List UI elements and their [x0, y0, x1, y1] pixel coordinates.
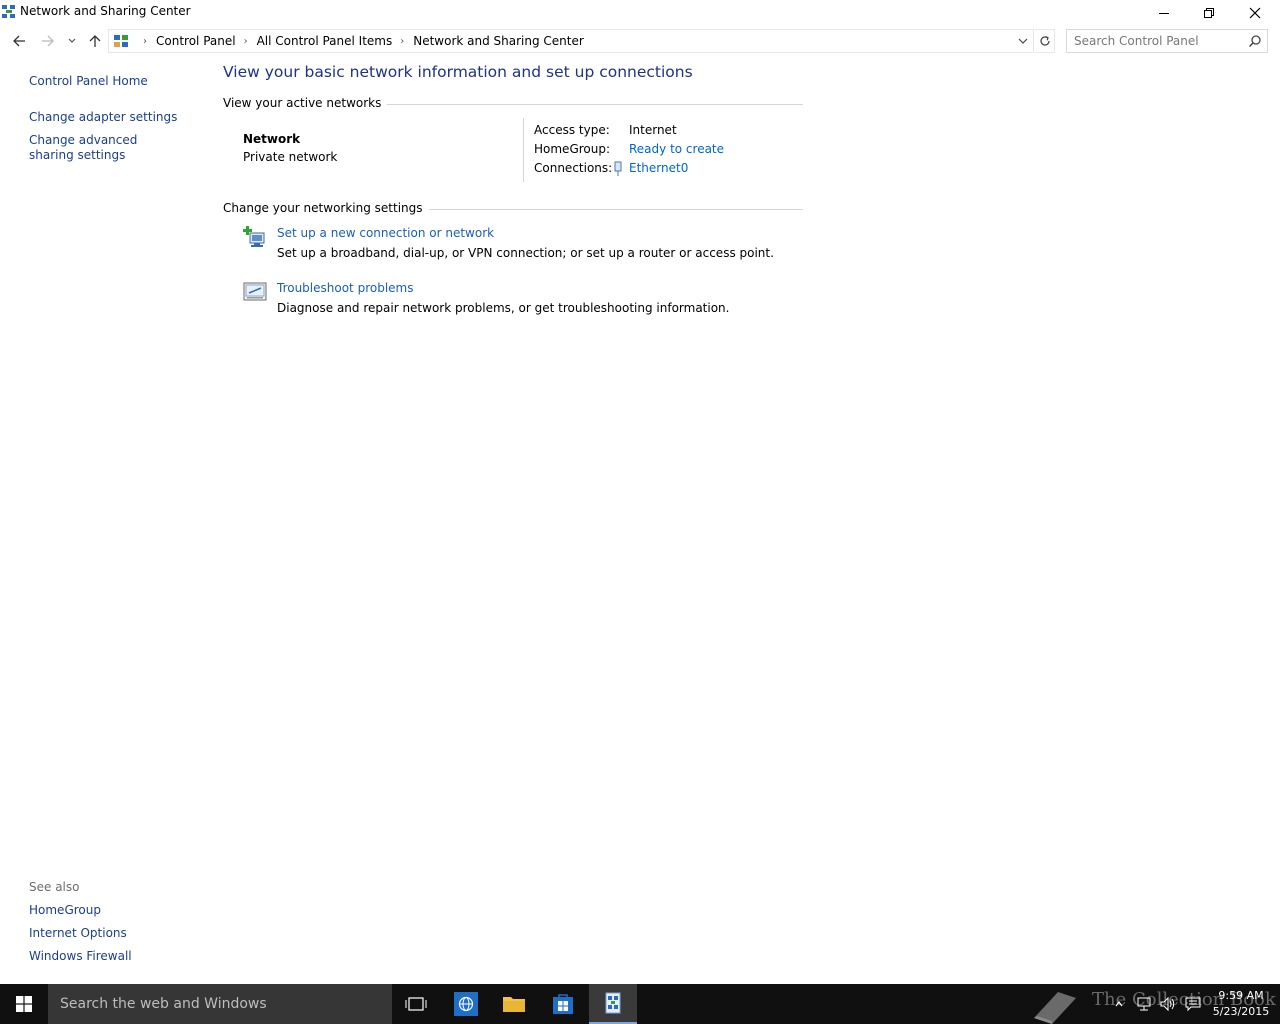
up-button[interactable] — [85, 30, 105, 52]
change-adapter-settings-link[interactable]: Change adapter settings — [29, 110, 177, 125]
breadcrumb-separator-icon: › — [400, 35, 405, 47]
section-label: Change your networking settings — [223, 201, 429, 215]
close-button[interactable] — [1232, 0, 1278, 26]
show-hidden-icons-button[interactable] — [1110, 984, 1128, 1024]
taskbar-file-explorer-button[interactable] — [490, 984, 538, 1024]
network-center-icon — [2, 5, 15, 18]
windows-firewall-link[interactable]: Windows Firewall — [29, 949, 132, 964]
connections-label: Connections: — [534, 161, 613, 175]
see-also-label: See also — [29, 880, 80, 894]
page-title: View your basic network information and … — [223, 63, 693, 81]
start-button[interactable] — [0, 984, 48, 1024]
navigation-bar: › Control Panel › All Control Panel Item… — [0, 28, 1280, 54]
ethernet-icon — [614, 161, 622, 176]
chevron-down-icon[interactable] — [1017, 34, 1029, 48]
close-icon — [1249, 7, 1261, 19]
minimize-icon — [1159, 13, 1169, 14]
taskbar-network-center-button[interactable] — [589, 984, 637, 1024]
back-button[interactable] — [9, 30, 29, 52]
network-tray-button[interactable] — [1132, 984, 1156, 1024]
access-type-value: Internet — [629, 123, 677, 137]
breadcrumb-control-panel[interactable]: Control Panel — [156, 34, 236, 48]
troubleshoot-problems-link[interactable]: Troubleshoot problems — [277, 281, 413, 295]
minimize-button[interactable] — [1141, 0, 1187, 26]
task-view-icon — [405, 997, 427, 1011]
restore-button[interactable] — [1186, 0, 1232, 26]
homegroup-link[interactable]: HomeGroup — [29, 903, 101, 918]
windows-logo-icon — [16, 996, 32, 1012]
clock[interactable]: 9:59 AM 5/23/2015 — [1206, 988, 1276, 1020]
clock-time: 9:59 AM — [1218, 989, 1264, 1002]
arrow-right-icon — [42, 35, 54, 47]
troubleshoot-problems-description: Diagnose and repair network problems, or… — [277, 301, 730, 315]
taskbar-store-button[interactable] — [539, 984, 587, 1024]
notification-icon — [1185, 997, 1201, 1012]
divider — [523, 118, 524, 182]
breadcrumb-separator-icon: › — [143, 35, 147, 47]
control-panel-icon — [114, 35, 128, 47]
search-icon[interactable] — [1248, 34, 1262, 48]
homegroup-label: HomeGroup: — [534, 142, 611, 156]
change-advanced-sharing-settings-link[interactable]: Change advanced sharing settings — [29, 133, 179, 163]
search-input[interactable] — [1067, 30, 1243, 52]
taskbar: Search the web and Windows The Collectio… — [0, 984, 1280, 1024]
clock-date: 5/23/2015 — [1212, 1005, 1270, 1018]
refresh-button[interactable] — [1035, 29, 1055, 53]
network-name: Network — [243, 132, 301, 146]
globe-icon — [454, 992, 478, 1016]
title-bar: Network and Sharing Center — [0, 0, 1280, 26]
chevron-up-icon — [1115, 1001, 1123, 1007]
internet-options-link[interactable]: Internet Options — [29, 926, 127, 941]
networking-settings-section-header: Change your networking settings — [223, 201, 803, 217]
section-label: View your active networks — [223, 96, 388, 110]
address-bar[interactable]: › Control Panel › All Control Panel Item… — [108, 29, 1034, 53]
ethernet-connection-link[interactable]: Ethernet0 — [629, 161, 688, 175]
search-box — [1066, 29, 1268, 53]
access-type-label: Access type: — [534, 123, 610, 137]
task-view-button[interactable] — [392, 984, 440, 1024]
store-icon — [553, 994, 573, 1014]
book-icon — [1034, 992, 1076, 1024]
control-panel-home-link[interactable]: Control Panel Home — [29, 74, 148, 89]
arrow-up-icon — [89, 35, 101, 47]
homegroup-ready-link[interactable]: Ready to create — [629, 142, 724, 156]
troubleshoot-icon — [243, 282, 267, 301]
window-title: Network and Sharing Center — [20, 4, 191, 18]
network-tray-icon — [1137, 997, 1151, 1011]
recent-locations-button[interactable] — [62, 30, 82, 52]
active-networks-section-header: View your active networks — [223, 96, 803, 112]
breadcrumb-all-control-panel-items[interactable]: All Control Panel Items — [257, 34, 393, 48]
taskbar-search-box[interactable]: Search the web and Windows — [48, 984, 392, 1024]
network-type: Private network — [243, 150, 338, 164]
refresh-icon — [1039, 35, 1050, 46]
setup-new-connection-description: Set up a broadband, dial-up, or VPN conn… — [277, 246, 774, 260]
breadcrumb: › Control Panel › All Control Panel Item… — [113, 33, 584, 49]
volume-tray-button[interactable] — [1156, 984, 1180, 1024]
breadcrumb-network-and-sharing-center[interactable]: Network and Sharing Center — [413, 34, 584, 48]
arrow-left-icon — [13, 35, 25, 47]
taskbar-search-placeholder: Search the web and Windows — [60, 996, 267, 1012]
forward-button[interactable] — [38, 30, 58, 52]
restore-icon — [1204, 8, 1214, 18]
taskbar-browser-button[interactable] — [442, 984, 490, 1024]
new-connection-icon — [243, 226, 265, 247]
network-center-icon — [605, 992, 621, 1014]
setup-new-connection-link[interactable]: Set up a new connection or network — [277, 226, 494, 240]
action-center-button[interactable] — [1181, 984, 1205, 1024]
speaker-icon — [1160, 996, 1175, 1012]
breadcrumb-separator-icon: › — [243, 35, 248, 47]
chevron-down-icon — [68, 38, 76, 43]
folder-icon — [503, 997, 525, 1012]
